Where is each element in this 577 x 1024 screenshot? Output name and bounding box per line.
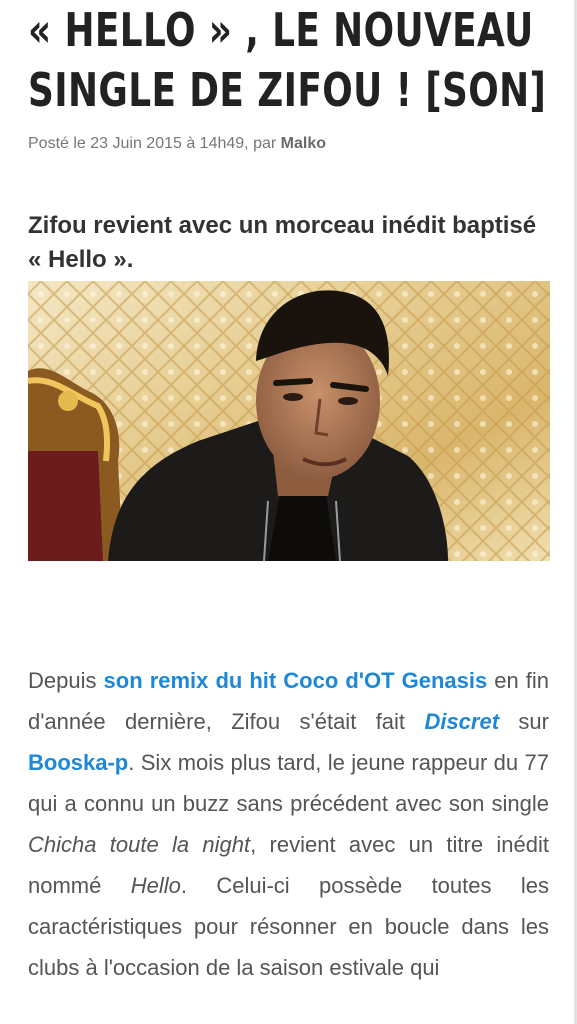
body-text-3: sur	[499, 709, 549, 734]
post-date: Posté le 23 Juin 2015 à 14h49, par	[28, 135, 277, 152]
author-link[interactable]: Malko	[281, 135, 326, 152]
link-booska-p[interactable]: Booska-p	[28, 750, 128, 775]
article-page: « HELLO » , LE NOUVEAU SINGLE DE ZIFOU !…	[0, 0, 577, 1024]
portrait-image	[28, 281, 550, 561]
article-title-line-1: « HELLO » , LE NOUVEAU	[28, 3, 534, 57]
article-lead: Zifou revient avec un morceau inédit bap…	[28, 212, 537, 273]
article-body: Depuis son remix du hit Coco d'OT Genasi…	[28, 660, 549, 988]
link-son-remix[interactable]: son remix du hit Coco d'OT Genasis	[104, 668, 488, 693]
article-title: « HELLO » , LE NOUVEAU SINGLE DE ZIFOU !…	[28, 0, 547, 120]
post-meta: Posté le 23 Juin 2015 à 14h49, par Malko	[28, 135, 326, 153]
song-title-chicha: Chicha toute la night	[28, 832, 251, 857]
article-image	[28, 281, 550, 561]
song-title-hello: Hello	[130, 873, 181, 898]
link-discret[interactable]: Discret	[424, 709, 499, 734]
article-title-line-2: SINGLE DE ZIFOU ! [SON]	[28, 63, 547, 117]
body-text-1: Depuis	[28, 668, 104, 693]
